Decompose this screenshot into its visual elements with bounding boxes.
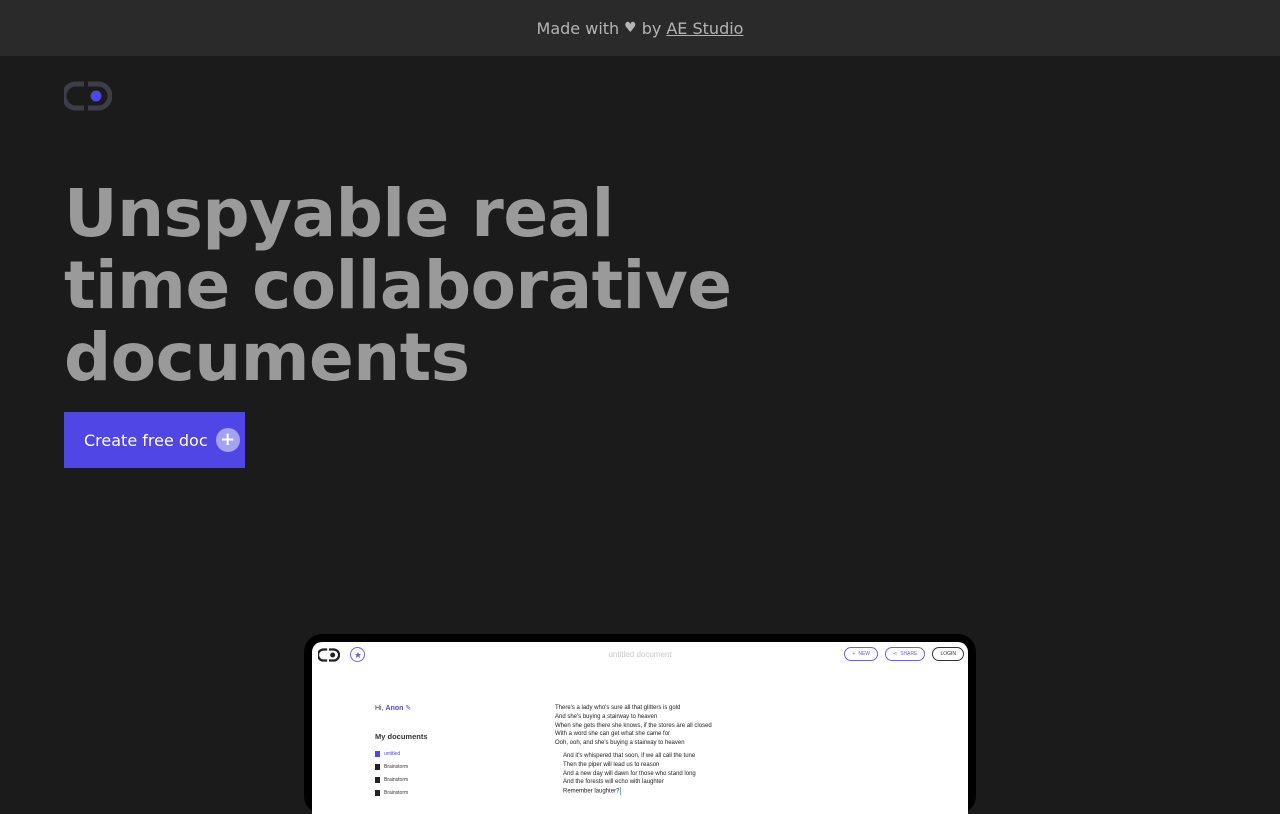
preview-greeting-text: Hi,	[375, 705, 384, 712]
preview-doc-label: Brainstorm	[384, 789, 409, 796]
heart-icon: ♥	[624, 20, 637, 36]
preview-doc-item: untitled	[375, 747, 428, 760]
preview-share-icon: ⋖	[893, 651, 898, 657]
preview-text-line: When she gets there she knows, if the st…	[555, 722, 712, 729]
hero-line-2: time collaborative	[64, 247, 732, 324]
file-icon	[375, 789, 380, 796]
plus-icon: +	[215, 428, 240, 452]
preview-text-line: There's a lady who's sure all that glitt…	[555, 705, 681, 711]
preview-text-line: With a word she can get what she came fo…	[555, 731, 671, 738]
preview-new-label: NEW	[858, 651, 870, 657]
banner-prefix: Made with	[536, 18, 620, 38]
preview-text-line: And a new day will dawn for those who st…	[563, 770, 696, 777]
preview-my-documents-heading: My documents	[375, 732, 428, 741]
app-screenshot: untitled document + NEW ⋖ SHARE LOGIN Hi…	[312, 642, 968, 814]
preview-login-label: LOGIN	[940, 651, 956, 657]
cursor-caret	[620, 787, 622, 796]
top-banner: Made with ♥ by AE Studio	[0, 0, 1280, 56]
preview-doc-item: Brainstorm	[375, 760, 428, 773]
preview-text-line: Then the piper will lead us to reason	[563, 761, 660, 768]
ae-studio-link[interactable]: AE Studio	[666, 19, 743, 38]
preview-doc-label: Brainstorm	[384, 763, 409, 770]
file-icon	[375, 750, 380, 757]
file-icon	[375, 776, 380, 783]
preview-edit-icon: ✎	[405, 705, 412, 712]
preview-text-line: And she's buying a stairway to heaven	[555, 713, 658, 720]
preview-text-line: Remember laughter?	[563, 787, 712, 796]
preview-doc-label: untitled	[384, 750, 401, 757]
hero-line-3: documents	[64, 319, 470, 396]
preview-share-button: ⋖ SHARE	[885, 647, 926, 661]
preview-greeting: Hi, Anon ✎	[375, 704, 428, 712]
create-free-doc-label: Create free doc	[84, 430, 208, 450]
preview-doc-item: Brainstorm	[375, 786, 428, 799]
preview-text-line: And it's whispered that soon, if we all …	[563, 752, 696, 759]
hero-title: Unspyable real time collaborative docume…	[64, 178, 764, 394]
device-preview: untitled document + NEW ⋖ SHARE LOGIN Hi…	[304, 634, 976, 814]
file-icon	[375, 763, 380, 770]
preview-sidebar: Hi, Anon ✎ My documents untitled Brainst…	[375, 704, 428, 799]
preview-document-body: There's a lady who's sure all that glitt…	[555, 704, 712, 797]
preview-login-button: LOGIN	[932, 647, 964, 661]
preview-doc-label: Brainstorm	[384, 776, 409, 783]
create-free-doc-button[interactable]: Create free doc +	[64, 412, 245, 468]
banner-by: by	[641, 18, 662, 38]
preview-last-line: Remember laughter?	[563, 788, 620, 795]
preview-text-line: Ooh, ooh, and she's buying a stairway to…	[555, 740, 685, 747]
preview-indented-block: And it's whispered that soon, if we all …	[555, 752, 712, 797]
hero-line-1: Unspyable real	[64, 175, 614, 252]
preview-toolbar: + NEW ⋖ SHARE LOGIN	[844, 647, 964, 661]
preview-new-plus-icon: +	[852, 651, 856, 657]
logo-icon[interactable]	[64, 80, 112, 112]
preview-new-button: + NEW	[844, 647, 878, 661]
preview-doc-item: Brainstorm	[375, 773, 428, 786]
preview-user-name: Anon	[385, 705, 404, 712]
preview-share-label: SHARE	[900, 651, 918, 657]
preview-text-line: And the forests will echo with laughter	[563, 779, 664, 786]
